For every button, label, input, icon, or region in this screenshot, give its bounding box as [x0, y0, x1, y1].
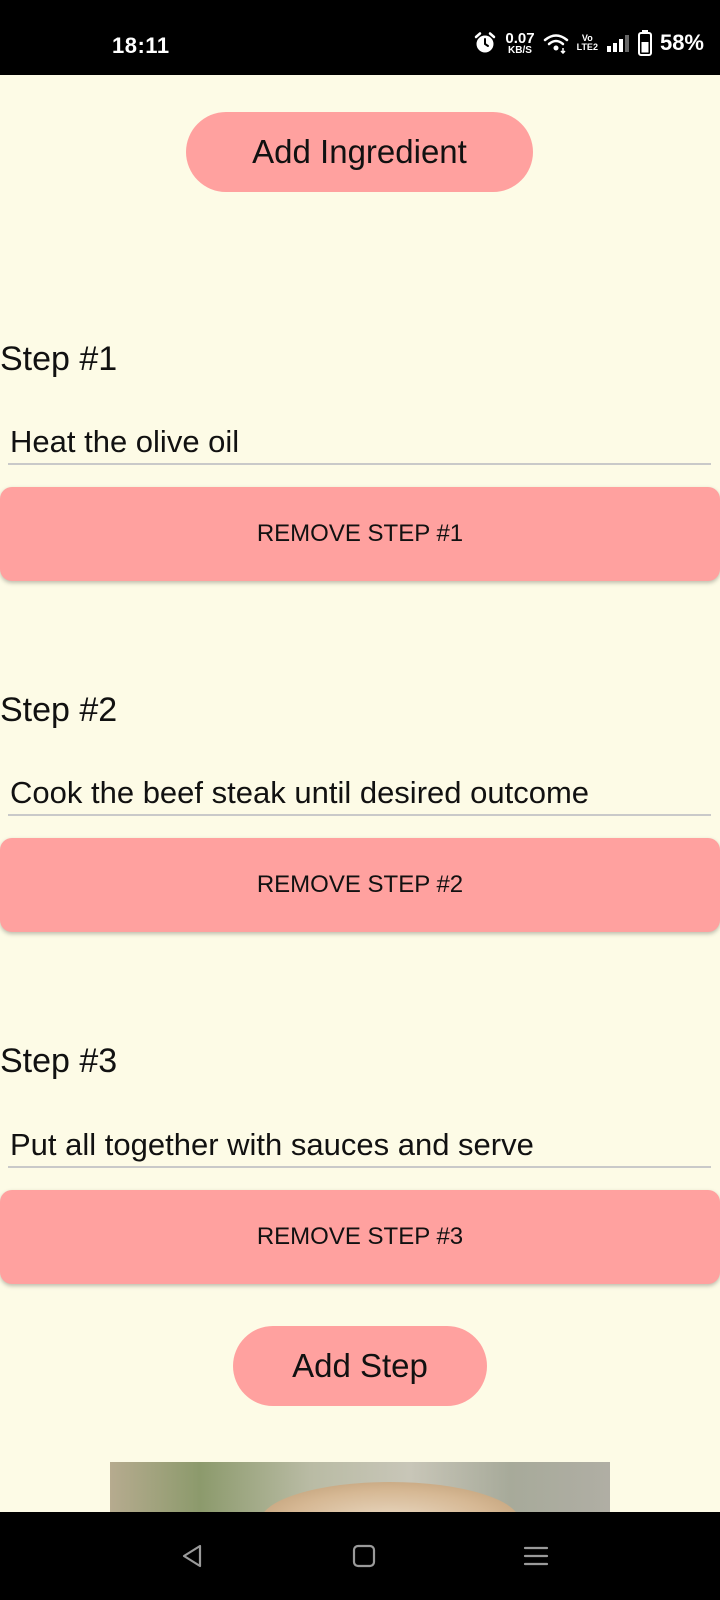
- alarm-icon: [473, 31, 497, 55]
- recipe-image: [110, 1462, 610, 1512]
- remove-step-2-button[interactable]: REMOVE STEP #2: [0, 838, 720, 932]
- navigation-bar: [0, 1512, 720, 1600]
- battery-icon: [637, 30, 652, 56]
- remove-step-3-button[interactable]: REMOVE STEP #3: [0, 1190, 720, 1284]
- status-bar: 18:11 0.07 KB/S Vo LTE2 58%: [0, 0, 720, 75]
- remove-step-1-button[interactable]: REMOVE STEP #1: [0, 487, 720, 581]
- step-3-input[interactable]: [8, 1124, 711, 1168]
- step-2-title: Step #2: [0, 691, 118, 729]
- network-speed-value: 0.07: [505, 29, 535, 47]
- status-icons: 0.07 KB/S Vo LTE2 58%: [473, 30, 704, 56]
- step-3-title: Step #3: [0, 1042, 118, 1080]
- add-step-button[interactable]: Add Step: [233, 1326, 487, 1406]
- network-speed-unit: KB/S: [508, 44, 532, 56]
- step-1-input[interactable]: [8, 421, 711, 465]
- network-speed: 0.07 KB/S: [505, 31, 534, 56]
- home-icon[interactable]: [342, 1534, 386, 1578]
- wifi-icon: [543, 32, 569, 54]
- step-2-input[interactable]: [8, 772, 711, 816]
- recipe-food-shape: [260, 1482, 520, 1512]
- step-1-title: Step #1: [0, 340, 118, 378]
- signal-icon: [606, 33, 630, 53]
- add-ingredient-button[interactable]: Add Ingredient: [186, 112, 533, 192]
- volte-bottom: LTE2: [576, 42, 598, 52]
- status-time: 18:11: [112, 33, 170, 58]
- battery-percent: 58%: [659, 30, 704, 55]
- back-icon[interactable]: [170, 1534, 214, 1578]
- volte-indicator: Vo LTE2: [577, 34, 598, 52]
- recents-icon[interactable]: [514, 1534, 558, 1578]
